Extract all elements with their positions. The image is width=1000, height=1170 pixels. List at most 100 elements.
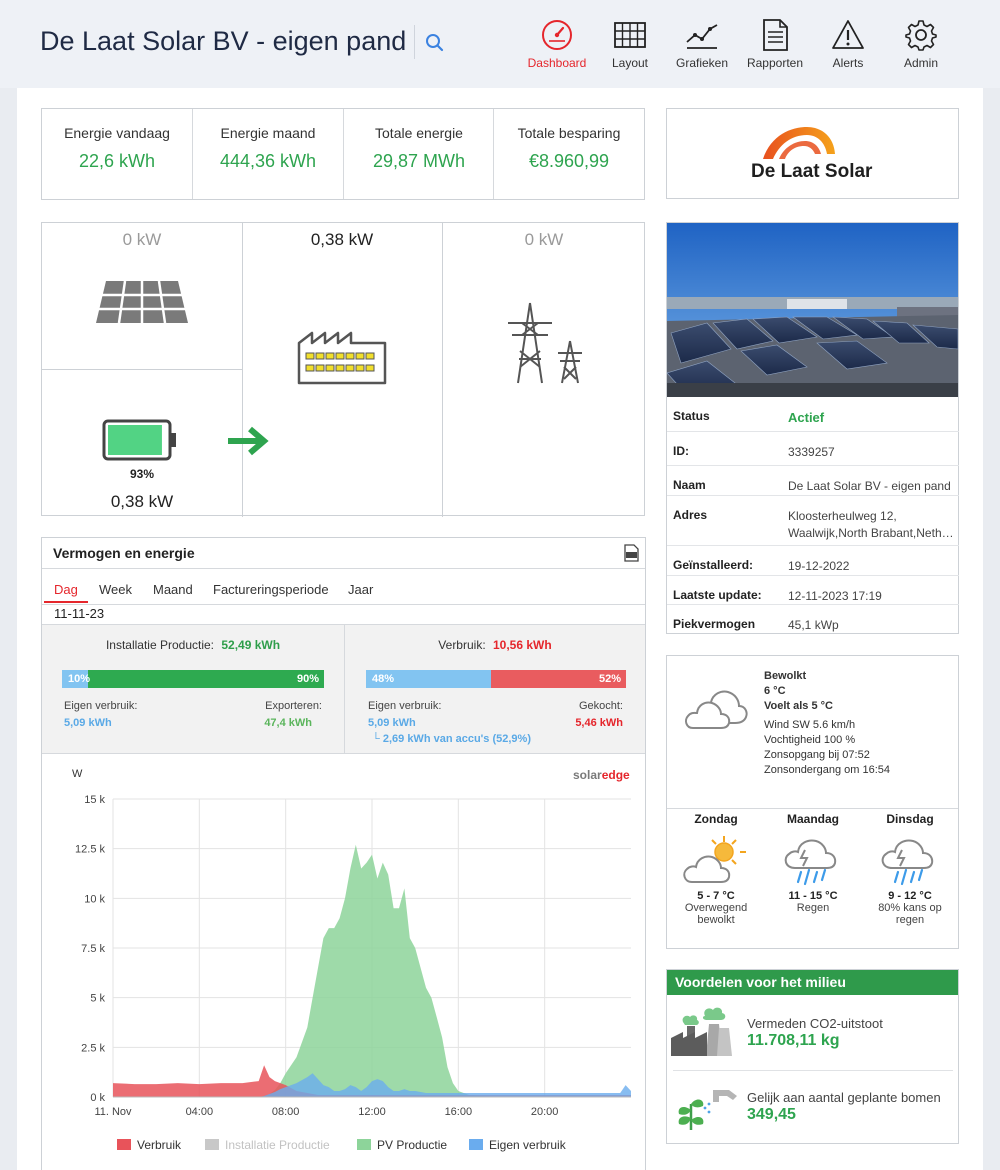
info-key: Adres xyxy=(673,508,708,522)
tab-dag[interactable]: Dag xyxy=(54,582,78,597)
weather-current: Bewolkt 6 °C Voelt als 5 °C Wind SW 5.6 … xyxy=(764,669,890,778)
production-export-pct: 90% xyxy=(296,673,319,685)
nav-alerts-label: Alerts xyxy=(832,56,864,70)
y-tick-label: 12.5 k xyxy=(75,844,105,856)
trees-label: Gelijk aan aantal geplante bomen xyxy=(747,1090,941,1105)
weather-wind: Wind SW 5.6 km/h xyxy=(764,719,856,731)
tab-factureringsperiode[interactable]: Factureringsperiode xyxy=(213,582,329,597)
info-row-id: ID: 3339257 xyxy=(667,431,959,465)
forecast-monday: Maandag 11 - 15 °C Regen xyxy=(764,812,862,914)
kpi-energy-month: Energie maand 444,36 kWh xyxy=(193,109,343,199)
kpi-total-savings: Totale besparing €8.960,99 xyxy=(494,109,644,199)
nav-rapporten-label: Rapporten xyxy=(746,56,804,70)
legend-swatch xyxy=(117,1139,131,1150)
y-tick-label: 5 k xyxy=(90,993,105,1005)
production-export-label: Exporteren: xyxy=(265,700,322,712)
forecast-desc: Overwegend bewolkt xyxy=(684,902,748,926)
energy-summary: Installatie Productie: 52,49 kWh 10% 90%… xyxy=(42,624,645,754)
info-key: ID: xyxy=(673,444,689,458)
status-badge: Actief xyxy=(788,410,825,425)
y-tick-label: 15 k xyxy=(84,794,105,806)
solar-panel-icon xyxy=(96,280,188,324)
battery-icon xyxy=(102,419,176,461)
production-self-value: 5,09 kWh xyxy=(64,717,112,729)
forecast-day: Zondag xyxy=(694,812,738,826)
info-row-address: Adres Kloosterheulweg 12, Waalwijk,North… xyxy=(667,495,959,545)
y-tick-label: 2.5 k xyxy=(81,1042,105,1054)
rain-thunder-icon xyxy=(881,839,934,886)
co2-label: Vermeden CO2-uitstoot xyxy=(747,1016,883,1031)
tab-jaar[interactable]: Jaar xyxy=(348,582,373,597)
legend-item[interactable]: Verbruik xyxy=(137,1138,182,1152)
nav-dashboard[interactable]: Dashboard xyxy=(517,18,597,70)
env-title: Voordelen voor het milieu xyxy=(675,974,846,990)
battery-percent: 93% xyxy=(129,467,155,481)
site-photo xyxy=(667,223,958,397)
forecast-day: Maandag xyxy=(786,812,839,826)
tab-week[interactable]: Week xyxy=(99,582,132,597)
production-split-bar: 10% 90% xyxy=(62,670,324,688)
forecast-desc: 80% kans op regen xyxy=(878,902,942,926)
consumption-summary-title: Verbruik: 10,56 kWh xyxy=(344,638,646,652)
partly-cloudy-icon xyxy=(683,836,746,883)
flow-arrow-icon xyxy=(228,426,269,456)
x-tick-label: 04:00 xyxy=(186,1106,214,1118)
forecast-temp: 5 - 7 °C xyxy=(697,890,735,902)
info-row-last-update: Laatste update: 12-11-2023 17:19 xyxy=(667,575,959,605)
active-tab-indicator xyxy=(44,601,88,603)
y-tick-label: 0 k xyxy=(90,1092,105,1104)
kpi-energy-today: Energie vandaag 22,6 kWh xyxy=(42,109,192,199)
kpi-value: 22,6 kWh xyxy=(78,151,156,171)
divider xyxy=(42,568,645,569)
legend-swatch xyxy=(469,1139,483,1150)
consumption-split-bar: 48% 52% xyxy=(366,670,626,688)
divider xyxy=(42,369,242,370)
production-summary-title: Installatie Productie: 52,49 kWh xyxy=(42,638,344,652)
forecast-temp: 9 - 12 °C xyxy=(888,890,932,902)
dashboard-gauge-icon xyxy=(542,20,572,50)
nav-admin-label: Admin xyxy=(903,56,938,70)
battery-contribution-note: └ 2,69 kWh van accu's (52,9%) xyxy=(372,733,531,745)
nav-layout-label: Layout xyxy=(611,56,649,70)
info-row-installed: Geïnstalleerd: 19-12-2022 xyxy=(667,545,959,575)
consumption-bought-value: 5,46 kWh xyxy=(575,717,623,729)
nav-admin[interactable]: Admin xyxy=(881,18,961,70)
x-tick-label: 16:00 xyxy=(445,1106,473,1118)
info-value: 19-12-2022 xyxy=(788,559,850,573)
info-value: 12-11-2023 17:19 xyxy=(788,589,882,603)
nav-grafieken[interactable]: Grafieken xyxy=(662,18,742,70)
nav-alerts[interactable]: Alerts xyxy=(808,18,888,70)
power-flow: 0 kW 0,38 kW 0 kW 93% 0,38 kW xyxy=(41,222,645,517)
consumption-self-label: Eigen verbruik: xyxy=(368,700,442,712)
solaredge-logo: solaredge xyxy=(573,768,630,782)
tab-maand[interactable]: Maand xyxy=(153,582,193,597)
nav-layout[interactable]: Layout xyxy=(590,18,670,70)
legend-swatch xyxy=(205,1139,219,1150)
company-logo-box: De Laat Solar xyxy=(666,108,959,199)
site-title: De Laat Solar BV - eigen pand xyxy=(40,26,407,56)
divider xyxy=(442,223,443,517)
divider xyxy=(242,223,243,517)
search-icon[interactable] xyxy=(424,32,446,54)
info-value: De Laat Solar BV - eigen pand xyxy=(788,479,951,493)
info-key: Piekvermogen xyxy=(673,617,756,631)
legend-item[interactable]: PV Productie xyxy=(377,1138,447,1152)
kpi-total-energy: Totale energie 29,87 MWh xyxy=(344,109,494,199)
divider xyxy=(667,808,958,809)
csv-export-icon[interactable] xyxy=(623,544,639,562)
legend-item[interactable]: Eigen verbruik xyxy=(489,1138,567,1152)
consumption-power-value: 0,38 kW xyxy=(310,230,374,249)
rain-thunder-icon xyxy=(784,839,837,886)
nav-rapporten[interactable]: Rapporten xyxy=(735,18,815,70)
report-document-icon xyxy=(763,19,788,51)
chart-line-icon xyxy=(686,24,718,49)
kpi-value: 444,36 kWh xyxy=(219,151,317,171)
alert-triangle-icon xyxy=(832,20,864,49)
forecast-sunday: Zondag 5 - 7 °C Overwegend bewolkt xyxy=(667,812,765,926)
info-key: Status xyxy=(673,409,710,423)
legend-item[interactable]: Installatie Productie xyxy=(225,1138,330,1152)
info-row-peak-power: Piekvermogen 45,1 kWp xyxy=(667,604,959,634)
selected-date[interactable]: 11-11-23 xyxy=(54,606,104,621)
kpi-value: €8.960,99 xyxy=(528,151,610,171)
kpi-label: Energie vandaag xyxy=(64,125,170,141)
